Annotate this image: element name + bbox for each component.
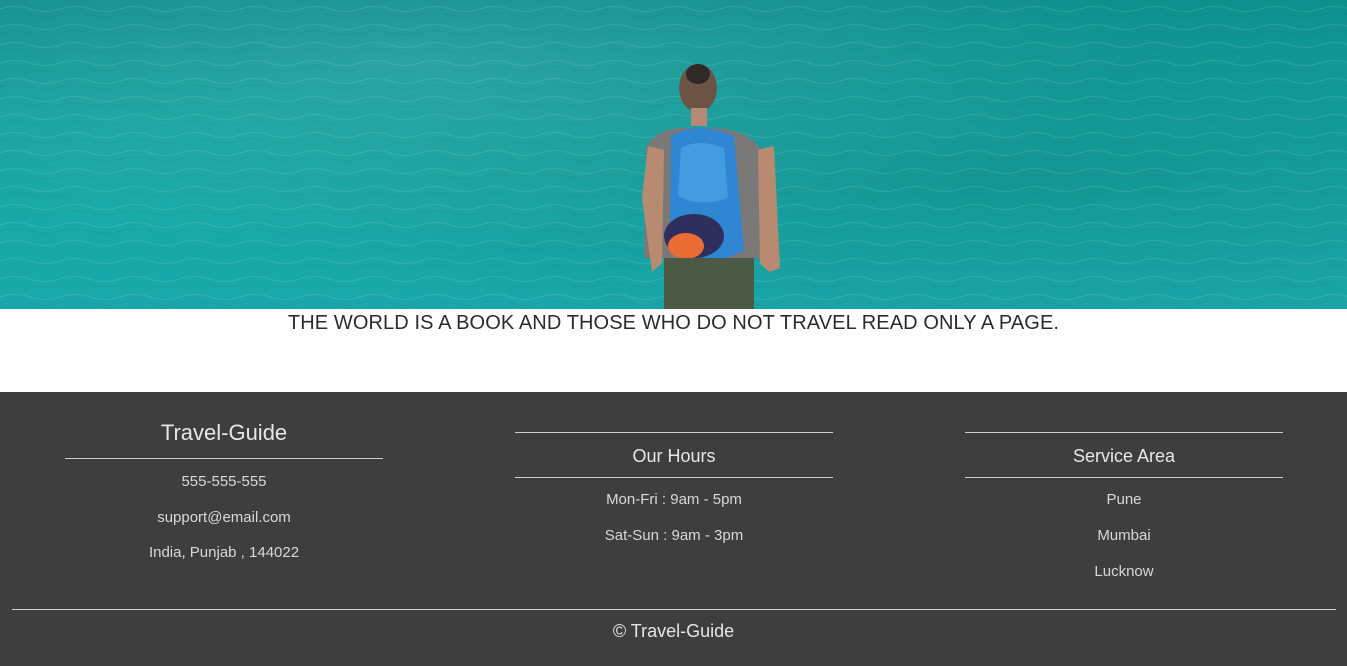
- footer-brand-column: Travel-Guide 555-555-555 support@email.c…: [65, 392, 383, 562]
- footer-service-item: Mumbai: [1097, 527, 1151, 544]
- footer-service-item: Pune: [1106, 491, 1142, 508]
- traveler-image: [642, 64, 780, 309]
- footer-hours-top-divider: [515, 432, 833, 433]
- footer-service-top-divider: [965, 432, 1283, 433]
- footer-bottom-divider: [12, 609, 1336, 610]
- quote-text: THE WORLD IS A BOOK AND THOSE WHO DO NOT…: [287, 312, 1060, 334]
- footer-brand-title: Travel-Guide: [160, 420, 288, 445]
- footer-email: support@email.com: [157, 509, 291, 526]
- footer-brand-divider: [65, 458, 383, 459]
- footer-hours-item: Sat-Sun : 9am - 3pm: [604, 527, 744, 544]
- footer-copyright: © Travel-Guide: [612, 621, 735, 641]
- footer-hours-column: Our Hours Mon-Fri : 9am - 5pm Sat-Sun : …: [515, 392, 833, 545]
- hero-banner: [0, 0, 1347, 309]
- footer-hours-title: Our Hours: [632, 446, 716, 466]
- footer-address: India, Punjab , 144022: [148, 544, 300, 561]
- footer-hours-divider: [515, 477, 833, 478]
- travel-quote: THE WORLD IS A BOOK AND THOSE WHO DO NOT…: [0, 309, 1347, 392]
- footer-service-item: Lucknow: [1094, 563, 1154, 580]
- footer-service-area-column: Service Area Pune Mumbai Lucknow: [965, 392, 1283, 581]
- footer-hours-item: Mon-Fri : 9am - 5pm: [606, 491, 742, 508]
- footer-service-title: Service Area: [1072, 446, 1176, 466]
- footer-service-divider: [965, 477, 1283, 478]
- footer-phone: 555-555-555: [181, 473, 267, 490]
- site-footer: Travel-Guide 555-555-555 support@email.c…: [0, 392, 1347, 666]
